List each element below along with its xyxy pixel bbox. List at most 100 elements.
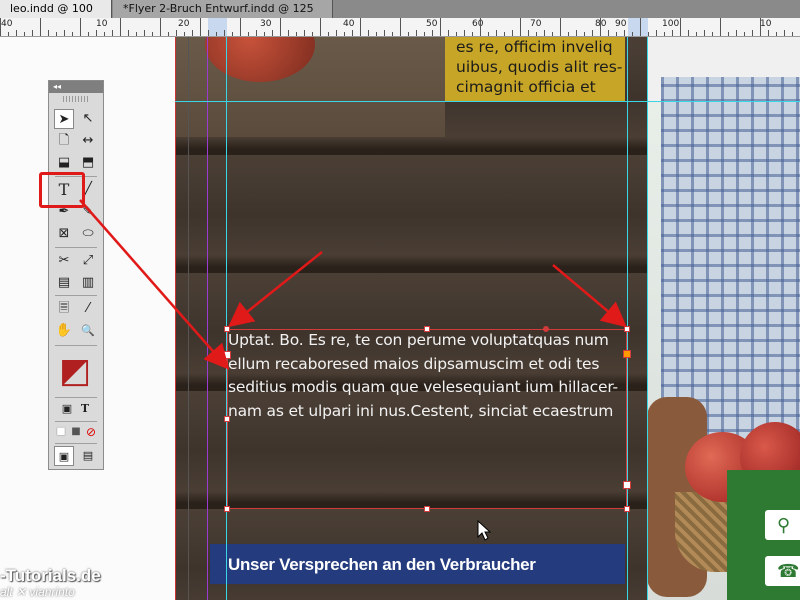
in-port-handle[interactable] — [223, 351, 231, 359]
ruler-label: 20 — [178, 19, 190, 29]
ruler-tick — [32, 30, 33, 36]
phone-icon: ☎ — [765, 556, 800, 586]
frame-handle[interactable] — [623, 481, 631, 489]
ruler-tick — [736, 30, 737, 36]
selection-tool-icon[interactable]: ➤ — [54, 109, 74, 129]
scissors-tool-icon[interactable]: ✂ — [54, 251, 74, 271]
frame-handle[interactable] — [224, 326, 230, 332]
content-placer-tool-icon[interactable]: ⬒ — [78, 153, 98, 173]
tab-flyer-indd[interactable]: *Flyer 2-Bruch Entwurf.indd @ 125 %× — [113, 0, 333, 33]
frame-handle[interactable] — [624, 326, 630, 332]
ruler-tick — [432, 30, 433, 36]
ruler-tick — [600, 18, 601, 36]
banner-text[interactable]: Unser Versprechen an den Verbraucher — [228, 555, 536, 575]
ruler-tick — [104, 32, 105, 36]
frame-handle[interactable] — [624, 506, 630, 512]
page-tool-icon[interactable]: 🗋 — [54, 131, 74, 151]
ellipse-tool-icon[interactable]: ⬭ — [78, 224, 98, 244]
panel-grip[interactable] — [63, 96, 89, 102]
corner-effect-handle[interactable] — [543, 326, 549, 332]
ruler-tick — [576, 30, 577, 36]
ruler-tick — [264, 32, 265, 36]
screen-mode-icon[interactable]: ▤ — [78, 446, 98, 466]
type-tool-highlight-box — [39, 172, 85, 208]
ruler-tick — [696, 32, 697, 36]
ruler-tick — [16, 30, 17, 36]
body-text[interactable]: Uptat. Bo. Es re, te con perume voluptat… — [228, 329, 633, 423]
document-spread[interactable]: es re, officim inveliq uibus, quodis ali… — [175, 37, 800, 600]
gradient-feather-tool-icon[interactable]: ▥ — [78, 273, 98, 293]
ruler-tick — [408, 32, 409, 36]
ruler-tick — [120, 18, 121, 36]
apply-none-icon[interactable]: ⊘ — [81, 422, 101, 442]
ruler-tick — [320, 18, 321, 36]
ruler-tick — [760, 18, 761, 36]
ruler-label: 40 — [343, 19, 355, 29]
ruler-tick — [200, 18, 201, 36]
note-tool-icon[interactable]: 🗏 — [54, 299, 74, 319]
tab-video-indd[interactable]: leo.indd @ 100 %× — [0, 0, 112, 33]
ruler-tick — [512, 30, 513, 36]
collapse-icon[interactable]: ◂◂ — [53, 82, 61, 91]
ruler-tick — [520, 18, 521, 36]
ruler-tick — [216, 32, 217, 36]
direct-selection-tool-icon[interactable]: ↖ — [78, 109, 98, 129]
tools-panel[interactable]: ◂◂ ➤ ↖ 🗋 ↔ ⬓ ⬒ T ╱ ✒ ✎ ⊠ ⬭ ✂ ⤢ ▤ ▥ 🗏 ⁄ ✋… — [48, 80, 104, 470]
gap-tool-icon[interactable]: ↔ — [78, 131, 98, 151]
out-port-handle[interactable] — [623, 350, 631, 358]
zoom-tool-icon[interactable]: 🔍 — [78, 321, 98, 341]
ruler-tick — [536, 32, 537, 36]
tools-panel-header[interactable]: ◂◂ — [49, 81, 103, 93]
ruler-tick — [0, 18, 1, 36]
page-edge-guide — [175, 37, 176, 600]
ruler-tick — [80, 18, 81, 36]
ruler-tick — [640, 18, 641, 36]
ruler-tick — [776, 32, 777, 36]
ruler-tick — [552, 32, 553, 36]
ruler-tick — [160, 18, 161, 36]
eyedropper-tool-icon[interactable]: ⁄ — [78, 299, 98, 319]
ruler-tick — [504, 32, 505, 36]
horizontal-ruler[interactable]: 40 10 20 30 40 50 60 70 80 90 100 10 — [0, 18, 800, 37]
ruler-label: 10 — [96, 19, 108, 29]
fill-stroke-swatch-icon[interactable]: ◩ — [55, 351, 95, 391]
ruler-tick — [256, 30, 257, 36]
ruler-tick — [784, 30, 785, 36]
frame-handle[interactable] — [424, 506, 430, 512]
ruler-tick — [184, 32, 185, 36]
ruler-label: 10 — [760, 19, 772, 29]
frame-handle[interactable] — [224, 506, 230, 512]
ruler-tick — [488, 32, 489, 36]
watermark-logo: -Tutorials.de — [0, 566, 101, 585]
ruler-tick — [424, 32, 425, 36]
formatting-text-icon[interactable]: T — [75, 399, 95, 419]
ruler-tick — [592, 30, 593, 36]
free-transform-tool-icon[interactable]: ⤢ — [78, 251, 98, 271]
ruler-tick — [448, 30, 449, 36]
rectangle-frame-tool-icon[interactable]: ⊠ — [54, 224, 74, 244]
ruler-tick — [112, 30, 113, 36]
ruler-tick — [376, 32, 377, 36]
ruler-tick — [440, 18, 441, 36]
ruler-tick — [288, 30, 289, 36]
ruler-tick — [456, 32, 457, 36]
gradient-swatch-tool-icon[interactable]: ▤ — [54, 273, 74, 293]
hand-tool-icon[interactable]: ✋ — [54, 321, 74, 341]
ruler-tick — [40, 18, 41, 36]
ruler-tick — [296, 32, 297, 36]
formatting-container-icon[interactable]: ▣ — [57, 399, 77, 419]
ruler-tick — [8, 32, 9, 36]
ruler-tick — [336, 30, 337, 36]
frame-handle[interactable] — [424, 326, 430, 332]
ruler-label: 100 — [662, 19, 680, 29]
content-collector-tool-icon[interactable]: ⬓ — [54, 153, 74, 173]
ruler-tick — [528, 30, 529, 36]
frame-handle[interactable] — [224, 416, 230, 422]
yellow-box-text[interactable]: es re, officim inveliq uibus, quodis ali… — [456, 37, 631, 97]
ruler-tick — [272, 30, 273, 36]
ruler-tick — [352, 30, 353, 36]
normal-view-mode-icon[interactable]: ▣ — [54, 446, 74, 466]
ruler-tick — [768, 30, 769, 36]
ruler-tick — [792, 32, 793, 36]
ruler-tick — [744, 32, 745, 36]
